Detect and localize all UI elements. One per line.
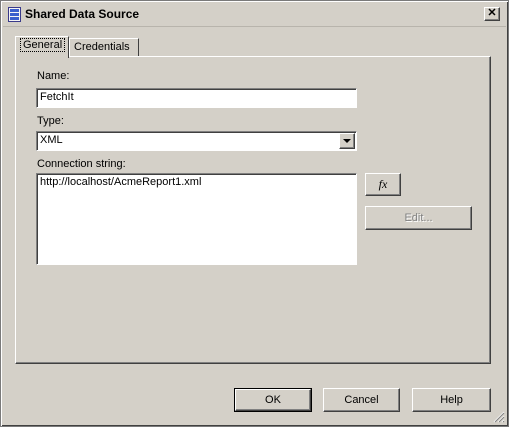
tab-credentials[interactable]: Credentials [69,38,139,56]
tab-general[interactable]: General [15,36,69,58]
name-field[interactable]: FetchIt [36,88,357,108]
close-icon: ✕ [487,7,497,19]
connection-string-field[interactable]: http://localhost/AcmeReport1.xml [36,173,357,265]
window-title: Shared Data Source [25,7,140,21]
type-select[interactable]: XML [36,131,357,151]
chevron-down-icon[interactable] [339,133,355,149]
shared-data-source-dialog: Shared Data Source ✕ General Credentials… [0,0,509,427]
ok-button[interactable]: OK [234,388,312,412]
help-button[interactable]: Help [412,388,491,412]
edit-button[interactable]: Edit... [365,206,472,230]
name-label: Name: [37,70,70,82]
data-source-icon [8,7,21,22]
function-icon: fx [378,177,388,191]
general-tab-panel: Name: FetchIt Type: XML Connection strin… [15,56,491,364]
type-selected-value: XML [40,134,63,146]
type-label: Type: [37,115,64,127]
tab-general-label: General [20,38,66,52]
cancel-button[interactable]: Cancel [323,388,400,412]
close-button[interactable]: ✕ [484,7,500,21]
tab-credentials-label: Credentials [74,41,130,53]
title-bar[interactable]: Shared Data Source ✕ [3,3,506,27]
connection-string-label: Connection string: [37,158,126,170]
expression-button[interactable]: fx [365,173,401,196]
resize-grip-icon[interactable] [493,411,505,423]
